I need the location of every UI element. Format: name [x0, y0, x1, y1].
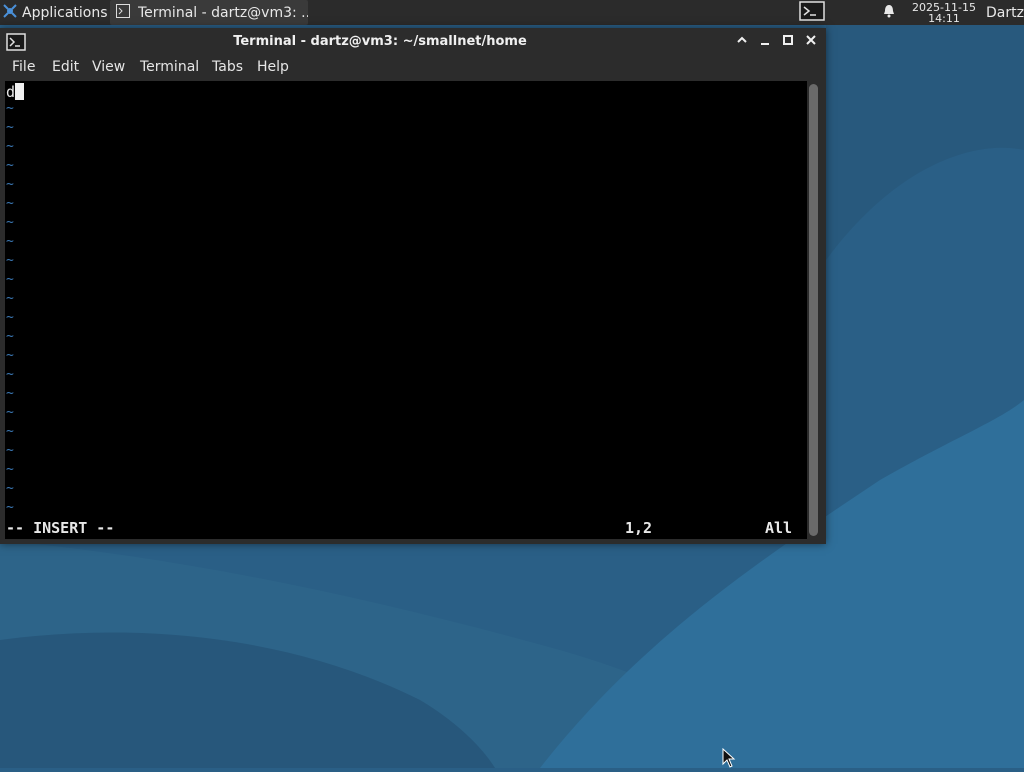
- window-titlebar[interactable]: Terminal - dartz@vm3: ~/smallnet/home: [0, 28, 826, 56]
- shade-button[interactable]: [734, 34, 750, 50]
- user-name: Dartz: [986, 4, 1024, 21]
- notifications-button[interactable]: [878, 0, 900, 25]
- tilde-marker: ~: [6, 424, 14, 439]
- tilde-marker: ~: [6, 234, 14, 249]
- taskbar-terminal-button[interactable]: Terminal - dartz@vm3: ...: [110, 0, 308, 25]
- terminal-icon: [116, 3, 130, 22]
- terminal-scrollbar[interactable]: [809, 84, 818, 536]
- tilde-marker: ~: [6, 500, 14, 515]
- typed-text: d: [6, 83, 16, 101]
- tilde-marker: ~: [6, 272, 14, 287]
- minimize-button[interactable]: [757, 34, 773, 50]
- tilde-marker: ~: [6, 291, 14, 306]
- menu-help[interactable]: Help: [257, 59, 289, 75]
- tilde-marker: ~: [6, 177, 14, 192]
- tilde-marker: ~: [6, 462, 14, 477]
- maximize-icon: [782, 34, 794, 50]
- tilde-marker: ~: [6, 443, 14, 458]
- tilde-marker: ~: [6, 386, 14, 401]
- applications-label: Applications: [22, 4, 108, 21]
- applications-menu[interactable]: Applications: [0, 0, 108, 25]
- close-icon: [805, 34, 817, 50]
- mouse-pointer-icon: [722, 747, 736, 772]
- user-menu[interactable]: Dartz: [986, 0, 1024, 25]
- vim-mode-indicator: -- INSERT --: [6, 519, 115, 537]
- clock-date: 2025-11-15: [912, 0, 976, 14]
- tilde-marker: ~: [6, 405, 14, 420]
- bell-icon: [882, 4, 896, 22]
- terminal-window: Terminal - dartz@vm3: ~/smallnet/home Fi…: [0, 28, 826, 544]
- text-cursor: [15, 83, 24, 100]
- tilde-marker: ~: [6, 101, 14, 116]
- maximize-button[interactable]: [780, 34, 796, 50]
- menu-view[interactable]: View: [92, 59, 125, 75]
- tilde-marker: ~: [6, 481, 14, 496]
- minimize-icon: [759, 34, 771, 50]
- tilde-marker: ~: [6, 367, 14, 382]
- menu-bar: File Edit View Terminal Tabs Help: [0, 56, 826, 80]
- terminal-content[interactable]: d ~ ~ ~ ~ ~ ~ ~ ~ ~ ~ ~ ~ ~ ~ ~ ~ ~ ~ ~ ~ ~ ~ -- INSERT -- 1,…: [5, 81, 807, 539]
- menu-terminal[interactable]: Terminal: [140, 59, 199, 75]
- tilde-marker: ~: [6, 158, 14, 173]
- tilde-marker: ~: [6, 196, 14, 211]
- clock[interactable]: 2025-11-15 14:11: [906, 0, 982, 25]
- chevron-up-icon: [736, 34, 748, 50]
- tilde-marker: ~: [6, 348, 14, 363]
- menu-tabs[interactable]: Tabs: [212, 59, 243, 75]
- xfce-mouse-icon: [2, 3, 18, 23]
- tilde-marker: ~: [6, 120, 14, 135]
- terminal-launcher-button[interactable]: [796, 0, 828, 25]
- top-panel: Applications Terminal - dartz@vm3: ... 2…: [0, 0, 1024, 25]
- window-title: Terminal - dartz@vm3: ~/smallnet/home: [233, 34, 527, 49]
- taskbar-button-label: Terminal - dartz@vm3: ...: [138, 4, 308, 21]
- cursor-position: 1,2: [625, 519, 653, 537]
- menu-edit[interactable]: Edit: [52, 59, 79, 75]
- tilde-marker: ~: [6, 139, 14, 154]
- tilde-marker: ~: [6, 310, 14, 325]
- clock-time: 14:11: [928, 11, 960, 25]
- terminal-icon: [799, 0, 825, 25]
- menu-file[interactable]: File: [12, 59, 35, 75]
- scroll-indicator: All: [765, 519, 793, 537]
- close-button[interactable]: [803, 34, 819, 50]
- tilde-marker: ~: [6, 253, 14, 268]
- tilde-marker: ~: [6, 329, 14, 344]
- tilde-marker: ~: [6, 215, 14, 230]
